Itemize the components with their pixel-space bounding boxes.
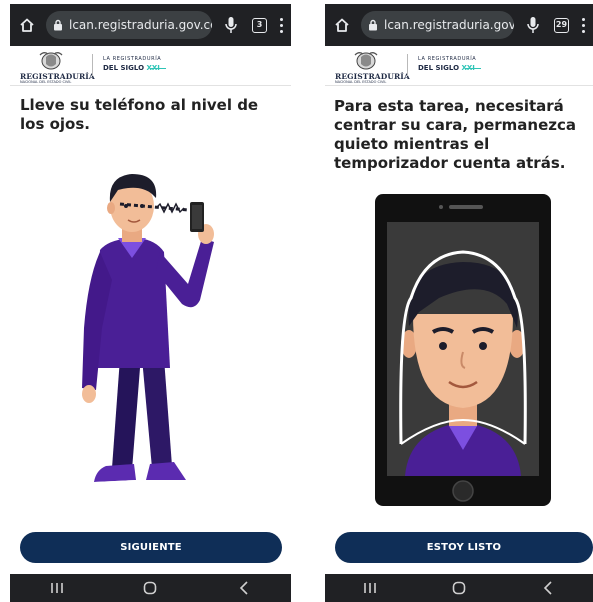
mic-icon[interactable] xyxy=(222,14,240,36)
home-circle-icon[interactable] xyxy=(439,576,479,600)
back-icon[interactable] xyxy=(528,576,568,600)
menu-icon[interactable] xyxy=(277,14,285,36)
siglo-accent-line xyxy=(150,68,166,69)
tabs-icon[interactable]: 3 xyxy=(252,17,267,33)
logo-subtitle: NACIONAL DEL ESTADO CIVIL xyxy=(335,80,387,84)
recents-icon[interactable] xyxy=(350,576,390,600)
url-bar[interactable]: lcan.registraduria.gov.co xyxy=(46,11,212,39)
logo-divider xyxy=(407,54,408,76)
back-icon[interactable] xyxy=(224,576,264,600)
url-text: lcan.registraduria.gov.co xyxy=(384,18,514,32)
home-circle-icon[interactable] xyxy=(130,576,170,600)
phone-screen-right: lcan.registraduria.gov.co 29 REGISTRADUR… xyxy=(325,0,593,602)
instruction-text: Para esta tarea, necesitará centrar su c… xyxy=(334,97,576,172)
android-nav-bar xyxy=(10,574,291,602)
logo-subtitle: NACIONAL DEL ESTADO CIVIL xyxy=(20,80,72,84)
home-icon[interactable] xyxy=(16,14,38,36)
siglo-label: DEL SIGLO xyxy=(418,64,460,72)
siglo-accent-line xyxy=(465,68,481,69)
android-nav-bar xyxy=(325,574,593,602)
menu-icon[interactable] xyxy=(579,14,587,36)
tabs-icon[interactable]: 29 xyxy=(554,17,569,33)
siguiente-button[interactable]: SIGUIENTE xyxy=(20,532,282,563)
home-icon[interactable] xyxy=(331,14,353,36)
site-header: REGISTRADURÍA NACIONAL DEL ESTADO CIVIL … xyxy=(325,46,593,86)
site-header: REGISTRADURÍA NACIONAL DEL ESTADO CIVIL … xyxy=(10,46,291,86)
browser-toolbar: lcan.registraduria.gov.co 29 xyxy=(325,4,593,46)
face-centering-phone-illustration xyxy=(375,194,551,506)
coat-of-arms-icon xyxy=(354,52,378,70)
estoy-listo-button[interactable]: ESTOY LISTO xyxy=(335,532,593,563)
coat-of-arms-icon xyxy=(39,52,63,70)
logo-divider xyxy=(92,54,93,76)
recents-icon[interactable] xyxy=(37,576,77,600)
url-bar[interactable]: lcan.registraduria.gov.co xyxy=(361,11,514,39)
phone-screen-left: lcan.registraduria.gov.co 3 REGISTRADURÍ… xyxy=(10,0,291,602)
lock-icon xyxy=(369,19,377,31)
browser-toolbar: lcan.registraduria.gov.co 3 xyxy=(10,4,291,46)
siglo-top-text: LA REGISTRADURÍA xyxy=(103,56,162,62)
url-text: lcan.registraduria.gov.co xyxy=(69,18,212,32)
siglo-label: DEL SIGLO xyxy=(103,64,145,72)
person-holding-phone-illustration xyxy=(82,174,214,486)
lock-icon xyxy=(54,19,62,31)
instruction-text: Lleve su teléfono al nivel de los ojos. xyxy=(20,96,259,133)
mic-icon[interactable] xyxy=(524,14,542,36)
siglo-top-text: LA REGISTRADURÍA xyxy=(418,56,477,62)
